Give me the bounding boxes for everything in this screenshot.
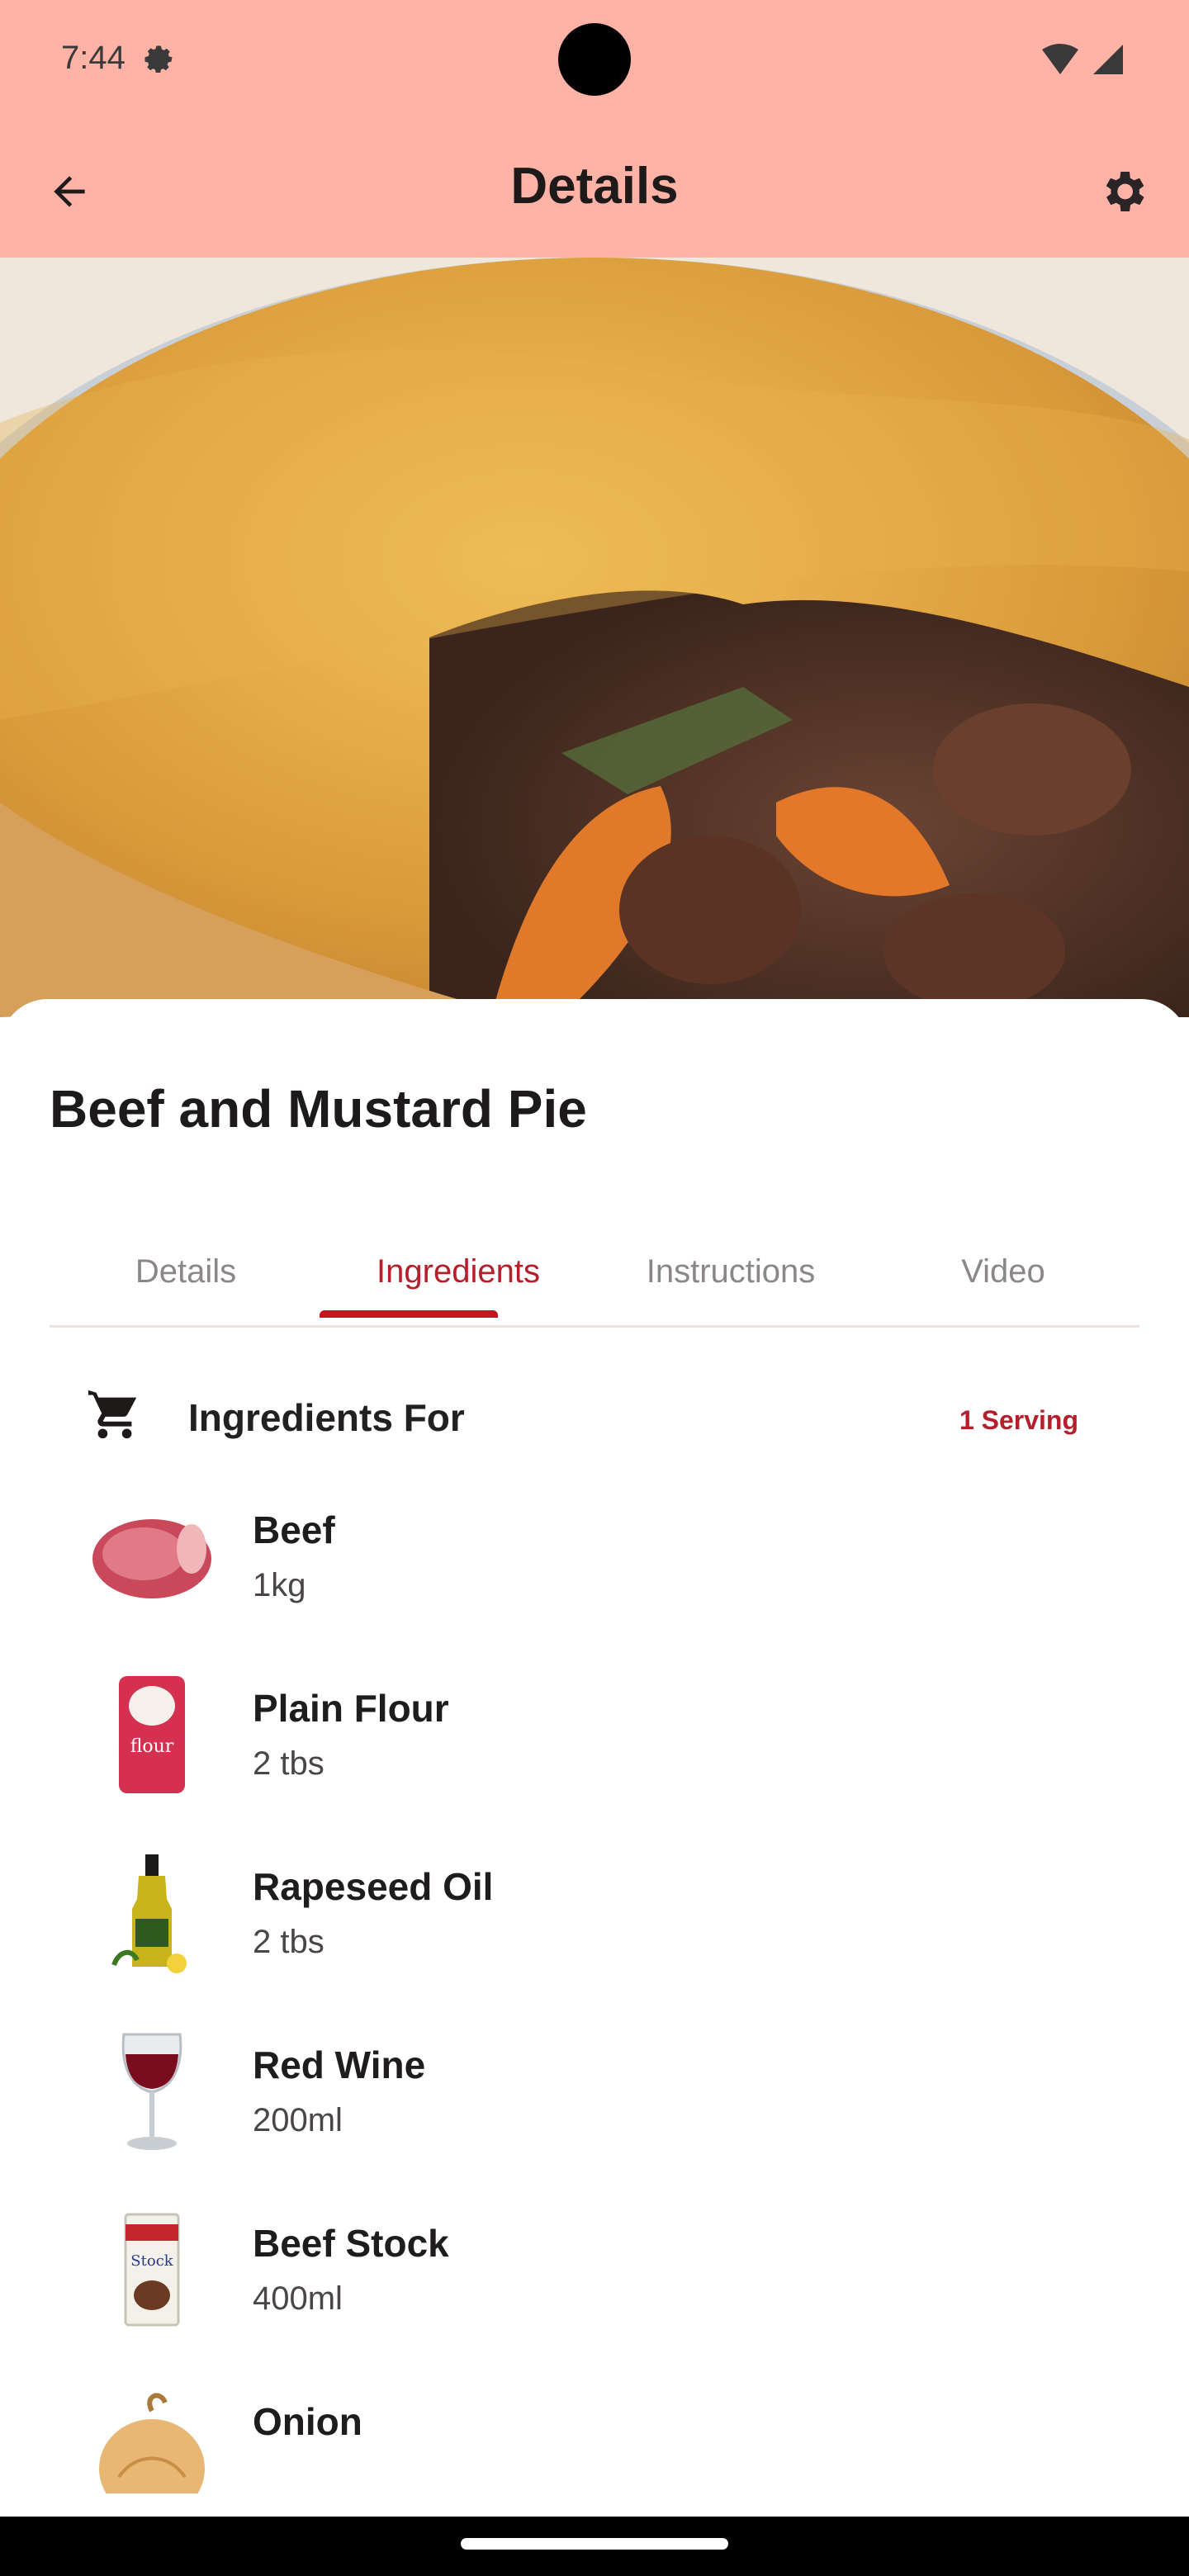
top-app-area: 7:44 Details xyxy=(0,0,1189,258)
beef-icon xyxy=(92,1519,211,1598)
ingredient-name: Plain Flour xyxy=(253,1687,449,1730)
app-bar: Details xyxy=(0,124,1189,258)
active-tab-indicator xyxy=(320,1310,498,1318)
ingredient-name: Red Wine xyxy=(253,2043,426,2086)
flour-icon: flour xyxy=(119,1676,185,1793)
ingredient-item-onion[interactable]: Onion xyxy=(0,2370,1189,2493)
page-title: Details xyxy=(510,158,679,215)
wine-icon xyxy=(121,2033,182,2150)
recipe-title: Beef and Mustard Pie xyxy=(50,1079,587,1139)
ingredient-quantity: 200ml xyxy=(253,2102,343,2138)
ingredient-name: Beef Stock xyxy=(253,2222,449,2265)
status-bar: 7:44 xyxy=(0,0,1189,124)
ingredient-item-beef-stock[interactable]: Stock Beef Stock 400ml xyxy=(0,2191,1189,2370)
tab-details[interactable]: Details xyxy=(50,1214,322,1328)
tab-video[interactable]: Video xyxy=(867,1214,1139,1328)
ingredients-header: Ingredients For 1 Serving xyxy=(50,1362,1139,1461)
recipe-sheet: Beef and Mustard Pie Details Ingredients… xyxy=(0,999,1189,2518)
stock-icon: Stock xyxy=(124,2213,180,2327)
serving-selector[interactable]: 1 Serving xyxy=(959,1405,1078,1436)
ingredient-name: Onion xyxy=(253,2400,362,2443)
svg-text:Stock: Stock xyxy=(130,2252,173,2270)
ingredient-item-red-wine[interactable]: Red Wine 200ml xyxy=(0,2013,1189,2191)
settings-status-icon xyxy=(144,45,173,73)
wifi-signal-icon xyxy=(1042,44,1123,74)
ingredient-quantity: 1kg xyxy=(253,1567,306,1603)
gear-icon xyxy=(1106,172,1144,211)
ingredient-quantity: 2 tbs xyxy=(253,1924,324,1960)
onion-icon xyxy=(99,2393,205,2493)
home-gesture-handle[interactable] xyxy=(461,2538,728,2550)
ingredient-quantity: 400ml xyxy=(253,2280,343,2317)
tab-bar: Details Ingredients Instructions Video xyxy=(50,1214,1139,1328)
ingredient-list: Beef 1kg flour Plain Flour 2 tbs Rapesee… xyxy=(0,1478,1189,2493)
ingredient-quantity: 2 tbs xyxy=(253,1745,324,1782)
shopping-cart-icon xyxy=(88,1390,137,1439)
ingredient-item-rapeseed-oil[interactable]: Rapeseed Oil 2 tbs xyxy=(0,1835,1189,2013)
status-time: 7:44 xyxy=(61,40,126,76)
tab-instructions[interactable]: Instructions xyxy=(594,1214,867,1328)
camera-cutout xyxy=(558,23,631,96)
settings-button[interactable] xyxy=(1090,159,1156,225)
ingredient-item-beef[interactable]: Beef 1kg xyxy=(0,1478,1189,1656)
ingredients-for-label: Ingredients For xyxy=(188,1396,465,1439)
ingredient-name: Beef xyxy=(253,1508,335,1551)
recipe-hero-image xyxy=(0,258,1189,1017)
ingredient-name: Rapeseed Oil xyxy=(253,1865,494,1908)
ingredient-item-plain-flour[interactable]: flour Plain Flour 2 tbs xyxy=(0,1656,1189,1835)
system-nav-bar xyxy=(0,2517,1189,2576)
svg-text:flour: flour xyxy=(130,1736,174,1757)
oil-icon xyxy=(111,1854,187,1973)
